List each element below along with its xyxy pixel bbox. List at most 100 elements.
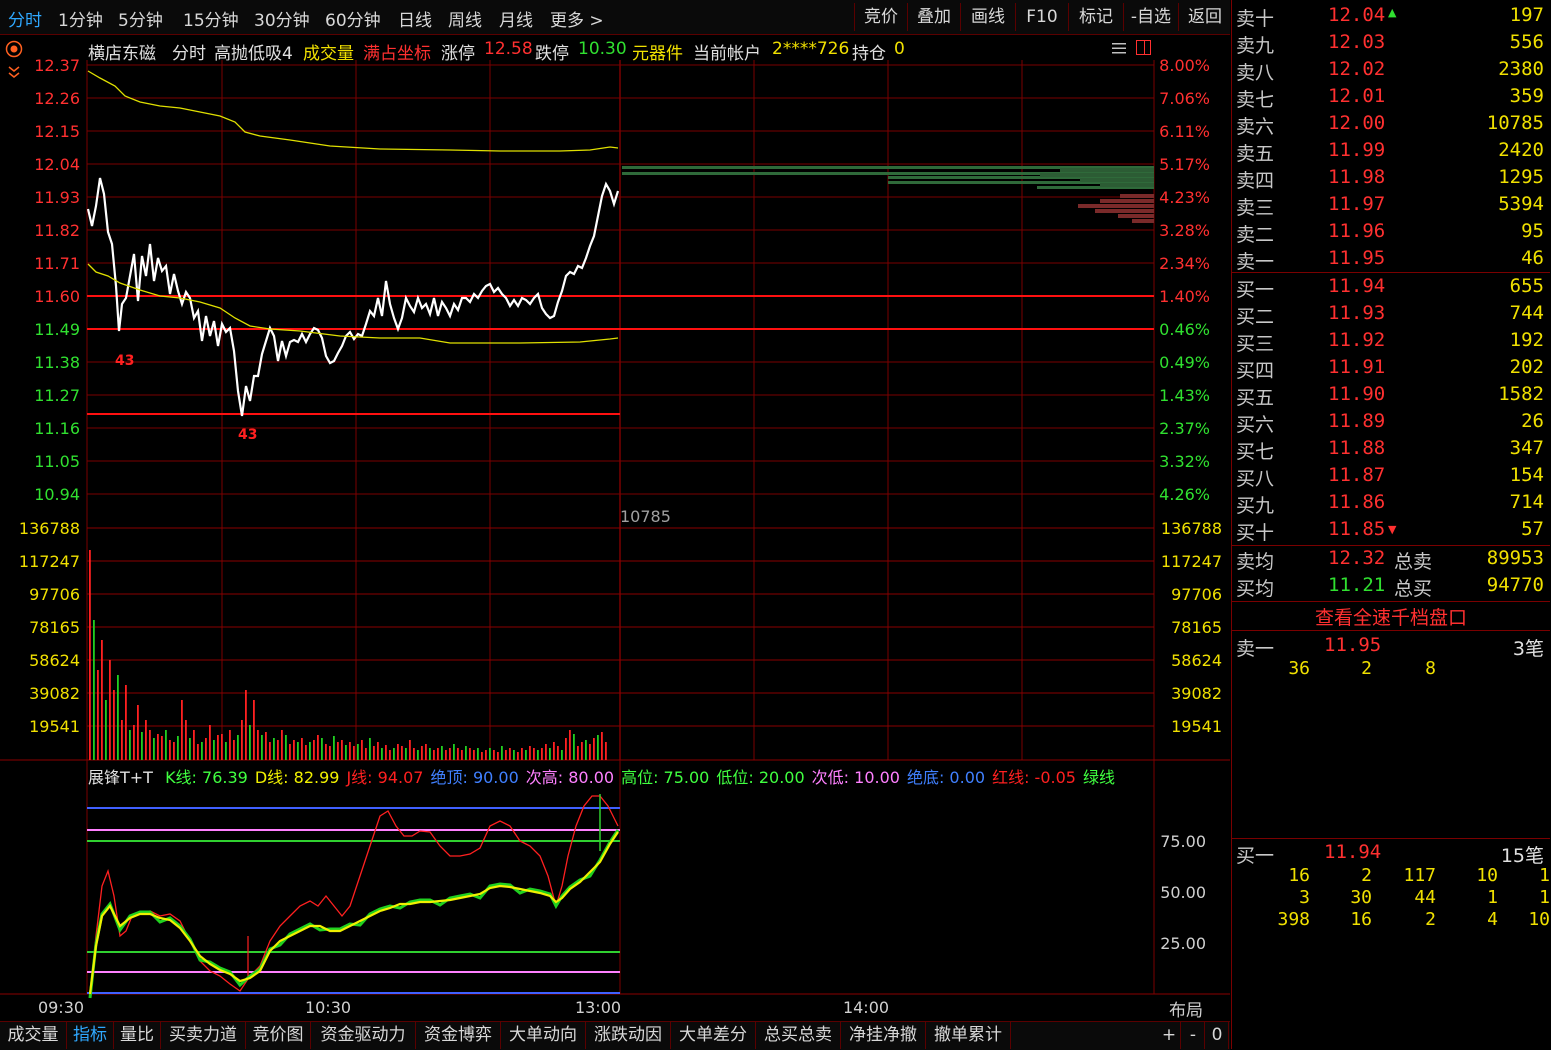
time-tick: 13:00 — [575, 998, 621, 1017]
level-label: 卖十 — [1236, 8, 1275, 30]
volume-bar — [565, 738, 567, 760]
volume-bar — [521, 748, 523, 760]
indicator-tab[interactable]: 涨跌动因 — [586, 1022, 671, 1049]
price-tick: 11.82 — [34, 221, 80, 240]
volume-bar — [413, 748, 415, 760]
volume-bar — [361, 740, 363, 760]
volume-bar — [397, 744, 399, 760]
f10-button[interactable]: F10 — [1015, 3, 1068, 31]
queue-order: 16 — [1288, 865, 1310, 886]
intraday-chart[interactable]: 12.37 12.26 12.15 12.04 11.93 11.82 11.71 11.60… — [0, 36, 1230, 1021]
level-volume: 744 — [1509, 302, 1544, 324]
order-book-row[interactable]: 买一 11.94 655 — [1232, 274, 1550, 301]
order-book-row[interactable]: 买八 11.87 154 — [1232, 463, 1550, 490]
volume-bar — [401, 746, 403, 760]
tab-15min[interactable]: 15分钟 — [183, 6, 239, 31]
volume-bar — [149, 730, 151, 760]
zoom-out-button[interactable]: - — [1182, 1022, 1205, 1049]
price-tick: 12.26 — [34, 89, 80, 108]
overlay-button[interactable]: 叠加 — [907, 3, 960, 31]
volume-tick: 19541 — [29, 717, 80, 736]
indicator-tab[interactable]: 大单动向 — [501, 1022, 586, 1049]
volume-bar — [257, 730, 259, 760]
level-price: 11.94 — [1328, 275, 1386, 297]
order-book-row[interactable]: 卖六 12.00 10785 — [1232, 111, 1550, 138]
indicator-tab[interactable]: 大单差分 — [671, 1022, 756, 1049]
buy-signal-marker: 43 — [115, 353, 135, 369]
indicator-tab[interactable]: 竞价图 — [246, 1022, 311, 1049]
order-book-row[interactable]: 卖七 12.01 359 — [1232, 84, 1550, 111]
sell-depth-bar — [1100, 183, 1154, 187]
tab-30min[interactable]: 30分钟 — [254, 6, 310, 31]
order-book-row[interactable]: 买二 11.93 744 — [1232, 301, 1550, 328]
indicator-tab[interactable]: 净挂净撤 — [841, 1022, 926, 1049]
tab-more[interactable]: 更多 > — [550, 6, 604, 31]
level-price: 11.96 — [1328, 220, 1386, 242]
kdj-j-line — [89, 795, 619, 995]
order-book-row[interactable]: 卖二 11.96 95 — [1232, 219, 1550, 246]
kdj-name[interactable]: 展锋T+T — [88, 768, 153, 787]
price-tick: 12.37 — [34, 56, 80, 75]
indicator-tab[interactable]: 资金驱动力 — [311, 1022, 416, 1049]
order-book-row[interactable]: 卖三 11.97 5394 — [1232, 192, 1550, 219]
indicator-tab[interactable]: 撤单累计 — [926, 1022, 1011, 1049]
mark-button[interactable]: 标记 — [1068, 3, 1123, 31]
add-watchlist-button[interactable]: -自选 — [1123, 3, 1178, 31]
tab-weekly[interactable]: 周线 — [448, 6, 482, 31]
order-book-row[interactable]: 卖四 11.98 1295 — [1232, 165, 1550, 192]
volume-bar — [365, 748, 367, 760]
reset-button[interactable]: 0 — [1206, 1022, 1229, 1049]
order-book-row[interactable]: 卖一 11.95 46 — [1232, 246, 1550, 273]
buy-depth-bar — [1078, 204, 1154, 208]
volume-bar — [129, 730, 131, 760]
indicator-tab[interactable]: 总买总卖 — [756, 1022, 841, 1049]
buy-average-row: 买均 11.21 总买 94770 — [1236, 574, 1544, 600]
price-tick: 11.27 — [34, 386, 80, 405]
percent-tick: 3.28% — [1159, 221, 1210, 240]
volume-bar — [545, 744, 547, 760]
volume-bar — [465, 746, 467, 760]
volume-bar — [217, 735, 219, 760]
indicator-tab[interactable]: 买卖力道 — [161, 1022, 246, 1049]
queue-order: 10 — [1528, 909, 1550, 930]
level-volume: 46 — [1521, 247, 1544, 269]
order-book-row[interactable]: 买七 11.88 347 — [1232, 436, 1550, 463]
order-book-row[interactable]: 卖八 12.02 2380 — [1232, 57, 1550, 84]
order-book-row[interactable]: 买九 11.86 714 — [1232, 490, 1550, 517]
volume-bar — [369, 738, 371, 760]
tab-60min[interactable]: 60分钟 — [325, 6, 381, 31]
level-volume: 154 — [1509, 464, 1544, 486]
level-price: 11.86 — [1328, 491, 1386, 513]
tab-monthly[interactable]: 月线 — [499, 6, 533, 31]
layout-button[interactable]: 布局 — [1169, 996, 1203, 1021]
draw-line-button[interactable]: 画线 — [960, 3, 1015, 31]
order-book-row[interactable]: 卖九 12.03 556 — [1232, 30, 1550, 57]
level-price: 12.03 — [1328, 31, 1386, 53]
level-volume: 26 — [1521, 410, 1544, 432]
zoom-in-button[interactable]: + — [1158, 1022, 1181, 1049]
auction-button[interactable]: 竞价 — [854, 3, 907, 31]
order-book-row[interactable]: 买四 11.91 202 — [1232, 355, 1550, 382]
tab-intraday[interactable]: 分时 — [8, 6, 42, 31]
order-book-row[interactable]: 卖五 11.99 2420 — [1232, 138, 1550, 165]
order-book-row[interactable]: 买五 11.90 1582 — [1232, 382, 1550, 409]
volume-bar — [525, 750, 527, 760]
volume-bar — [289, 744, 291, 760]
view-full-depth-link[interactable]: 查看全速千档盘口 — [1232, 603, 1550, 630]
indicator-tab[interactable]: 资金博弈 — [416, 1022, 501, 1049]
indicator-tab[interactable]: 成交量 — [0, 1022, 67, 1049]
indicator-tab[interactable]: 量比 — [114, 1022, 161, 1049]
order-book-row[interactable]: 买三 11.92 192 — [1232, 328, 1550, 355]
order-book-row[interactable]: 买六 11.89 26 — [1232, 409, 1550, 436]
volume-bar — [501, 746, 503, 760]
volume-bar — [313, 740, 315, 760]
tab-1min[interactable]: 1分钟 — [58, 6, 103, 31]
volume-bar — [553, 742, 555, 760]
tab-5min[interactable]: 5分钟 — [118, 6, 163, 31]
back-button[interactable]: 返回 — [1178, 3, 1231, 31]
tab-daily[interactable]: 日线 — [398, 6, 432, 31]
level-label: 买六 — [1236, 414, 1275, 436]
level-price: 12.00 — [1328, 112, 1386, 134]
kdj-indicator — [87, 794, 620, 999]
indicator-tab[interactable]: 指标 — [67, 1022, 114, 1049]
